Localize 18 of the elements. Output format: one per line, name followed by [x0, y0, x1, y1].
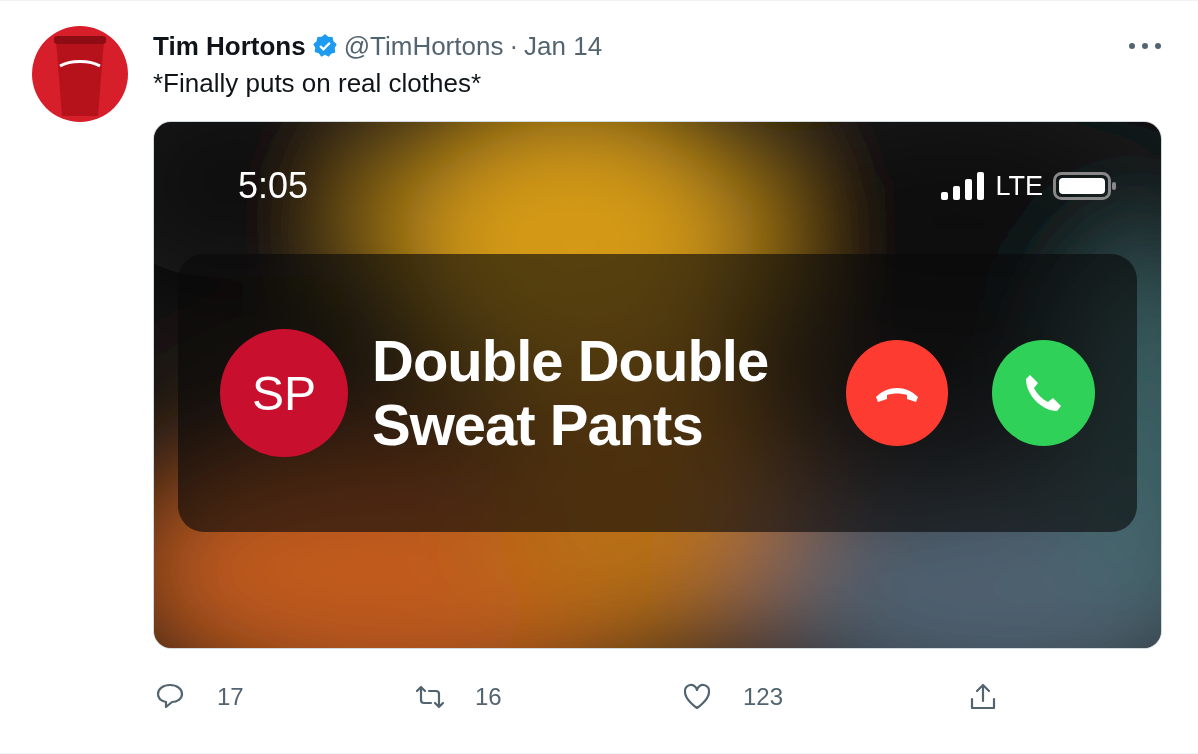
signal-icon: [941, 172, 986, 200]
action-count: 123: [743, 683, 784, 711]
avatar[interactable]: [32, 26, 128, 122]
tweet-date[interactable]: Jan 14: [524, 30, 603, 62]
action-count: 16: [475, 683, 502, 711]
like-action[interactable]: 123: [681, 681, 967, 713]
retweet-action[interactable]: 16: [413, 681, 681, 713]
author-name[interactable]: Tim Hortons: [153, 30, 306, 62]
more-icon[interactable]: [1128, 41, 1162, 51]
author-handle[interactable]: @TimHortons: [343, 30, 504, 62]
reply-action[interactable]: 17: [155, 681, 413, 713]
clock-time: 5:05: [238, 165, 309, 207]
separator-dot: ·: [509, 30, 519, 62]
network-type: LTE: [995, 170, 1043, 202]
caller-name: Double Double Sweat Pants: [372, 329, 770, 457]
tweet-text: *Finally puts on real clothes*: [153, 68, 483, 99]
action-count: 17: [217, 683, 244, 711]
battery-icon: [1053, 172, 1117, 200]
